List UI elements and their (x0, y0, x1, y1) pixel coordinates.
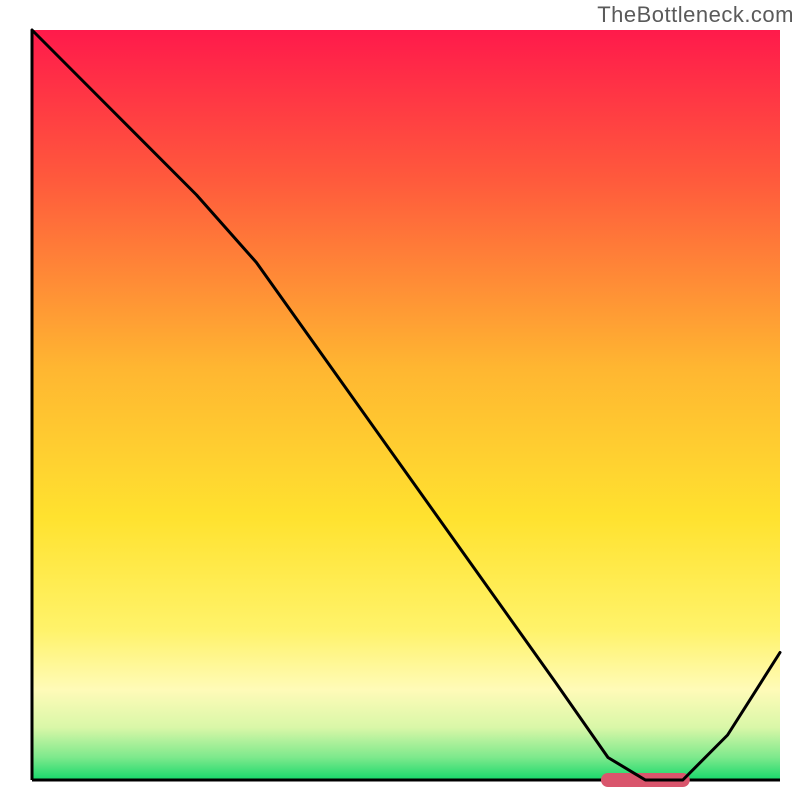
bottleneck-chart (0, 0, 800, 800)
watermark-text: TheBottleneck.com (597, 2, 794, 28)
